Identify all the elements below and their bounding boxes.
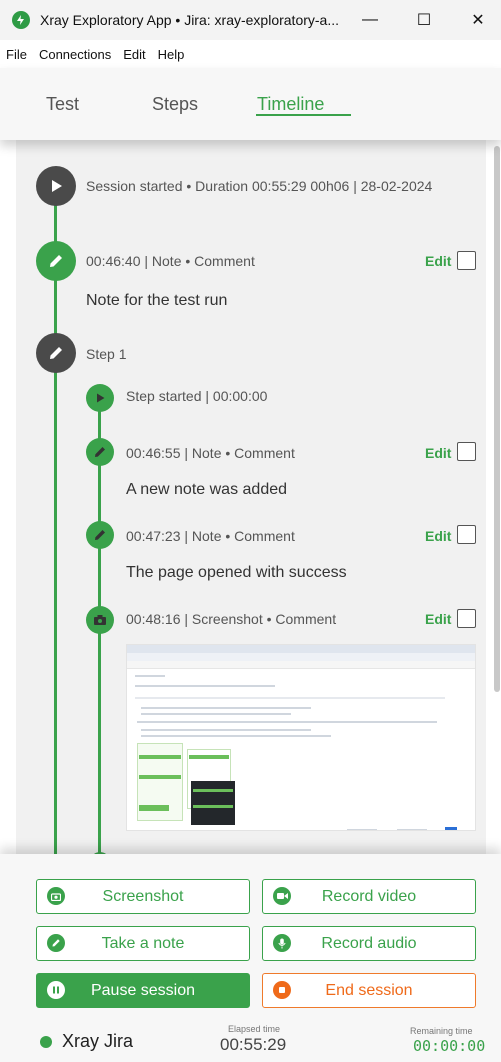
session-started-text: Session started • Duration 00:55:29 00h0… [86,178,433,194]
record-audio-button[interactable]: Record audio [262,926,476,961]
pencil-icon [47,934,65,952]
elapsed-time-value: 00:55:29 [220,1035,287,1054]
end-session-button[interactable]: End session [262,973,476,1008]
select-checkbox[interactable] [457,442,476,461]
menu-connections[interactable]: Connections [39,47,111,62]
pause-icon [47,981,65,999]
edit-link[interactable]: Edit [425,445,451,461]
menu-edit[interactable]: Edit [123,47,145,62]
connection-name: Xray Jira [62,1031,134,1051]
pencil-icon [36,241,76,281]
record-video-button[interactable]: Record video [262,879,476,914]
camera-icon [86,606,114,634]
controls-panel: Screenshot Record video Take a note Reco… [0,854,501,1062]
screenshot-button-label: Screenshot [102,887,184,905]
screenshot-thumbnail[interactable] [126,644,476,831]
tab-bar: Test Steps Timeline [0,68,501,140]
play-icon [86,384,114,412]
end-session-button-label: End session [325,981,413,999]
microphone-icon [273,934,291,952]
edit-link[interactable]: Edit [425,253,451,269]
remaining-time-label: Remaining time [410,1026,473,1036]
menu-file[interactable]: File [6,47,27,62]
pause-session-button[interactable]: Pause session [36,973,250,1008]
pencil-icon [86,521,114,549]
app-logo-icon [12,11,30,29]
note-header: 00:47:23 | Note • Comment [126,528,295,544]
record-video-button-label: Record video [321,887,417,905]
elapsed-time-label: Elapsed time [228,1024,281,1034]
step-label: Step 1 [86,346,127,362]
menu-bar: File Connections Edit Help [0,40,501,68]
title-bar: Xray Exploratory App • Jira: xray-explor… [0,0,501,40]
screenshot-button[interactable]: Screenshot [36,879,250,914]
remaining-time-value: 00:00:00 [413,1037,486,1055]
minimize-button[interactable]: — [350,8,390,32]
timeline-scrollbar[interactable] [494,146,500,692]
screenshot-header: 00:48:16 | Screenshot • Comment [126,611,337,627]
timeline-line [54,186,57,854]
edit-link[interactable]: Edit [425,528,451,544]
app-logo-icon [40,1036,52,1048]
take-note-button[interactable]: Take a note [36,926,250,961]
note-header: 00:46:55 | Note • Comment [126,445,295,461]
note-body: Note for the test run [86,292,228,309]
select-checkbox[interactable] [457,525,476,544]
video-camera-icon [273,887,291,905]
play-icon [36,166,76,206]
step-started-text: Step started | 00:00:00 [126,388,268,404]
note-body: The page opened with success [126,564,347,581]
tab-test[interactable]: Test [46,94,79,115]
maximize-button[interactable]: ☐ [404,8,444,32]
window-title: Xray Exploratory App • Jira: xray-explor… [40,12,340,28]
record-audio-button-label: Record audio [321,934,417,952]
stop-icon [273,981,291,999]
active-tab-indicator [256,114,351,116]
camera-icon [47,887,65,905]
close-button[interactable]: ✕ [458,8,498,32]
edit-link[interactable]: Edit [425,611,451,627]
take-note-button-label: Take a note [101,934,185,952]
select-checkbox[interactable] [457,609,476,628]
tab-timeline[interactable]: Timeline [257,94,324,115]
timeline-panel: Session started • Duration 00:55:29 00h0… [16,140,486,854]
note-body: A new note was added [126,481,288,498]
pencil-icon [36,333,76,373]
select-checkbox[interactable] [457,251,476,270]
note-header: 00:46:40 | Note • Comment [86,253,255,269]
pencil-icon [86,438,114,466]
tab-steps[interactable]: Steps [152,94,198,115]
pause-session-button-label: Pause session [90,981,196,999]
menu-help[interactable]: Help [158,47,185,62]
